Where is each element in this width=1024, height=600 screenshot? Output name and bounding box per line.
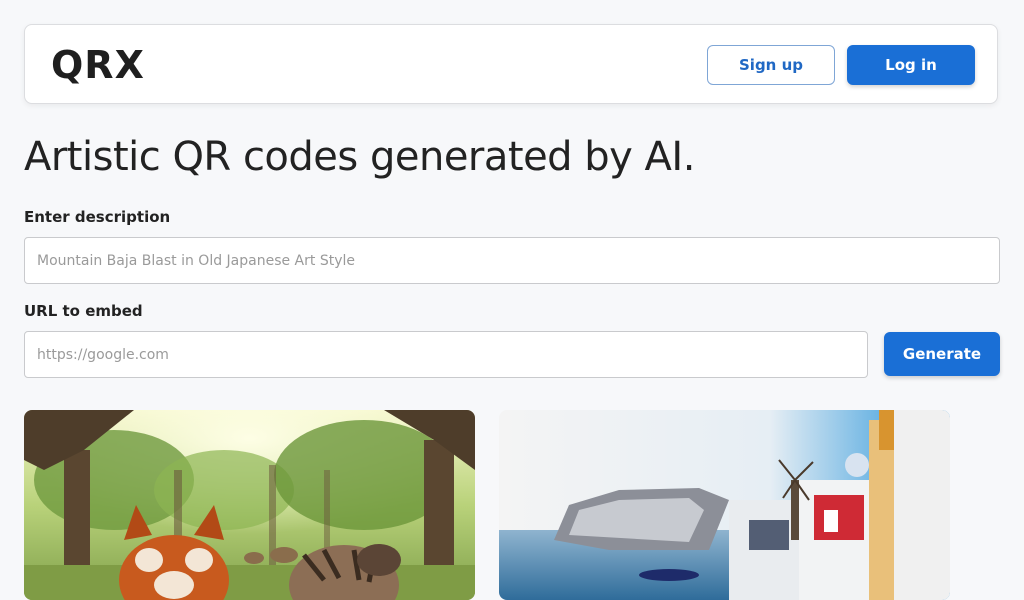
generate-button[interactable]: Generate <box>884 332 1000 376</box>
logo[interactable]: QRX <box>51 43 145 87</box>
page-title: Artistic QR codes generated by AI. <box>24 134 695 180</box>
signup-button[interactable]: Sign up <box>707 45 835 85</box>
description-label: Enter description <box>24 208 171 226</box>
forest-artwork-image <box>24 410 475 600</box>
url-label: URL to embed <box>24 302 143 320</box>
description-input[interactable] <box>24 237 1000 284</box>
login-button[interactable]: Log in <box>847 45 975 85</box>
gallery-image-coast[interactable] <box>499 410 950 600</box>
site-header: QRX Sign up Log in <box>24 24 998 104</box>
url-input[interactable] <box>24 331 868 378</box>
gallery-image-forest[interactable] <box>24 410 475 600</box>
coast-artwork-image <box>499 410 950 600</box>
